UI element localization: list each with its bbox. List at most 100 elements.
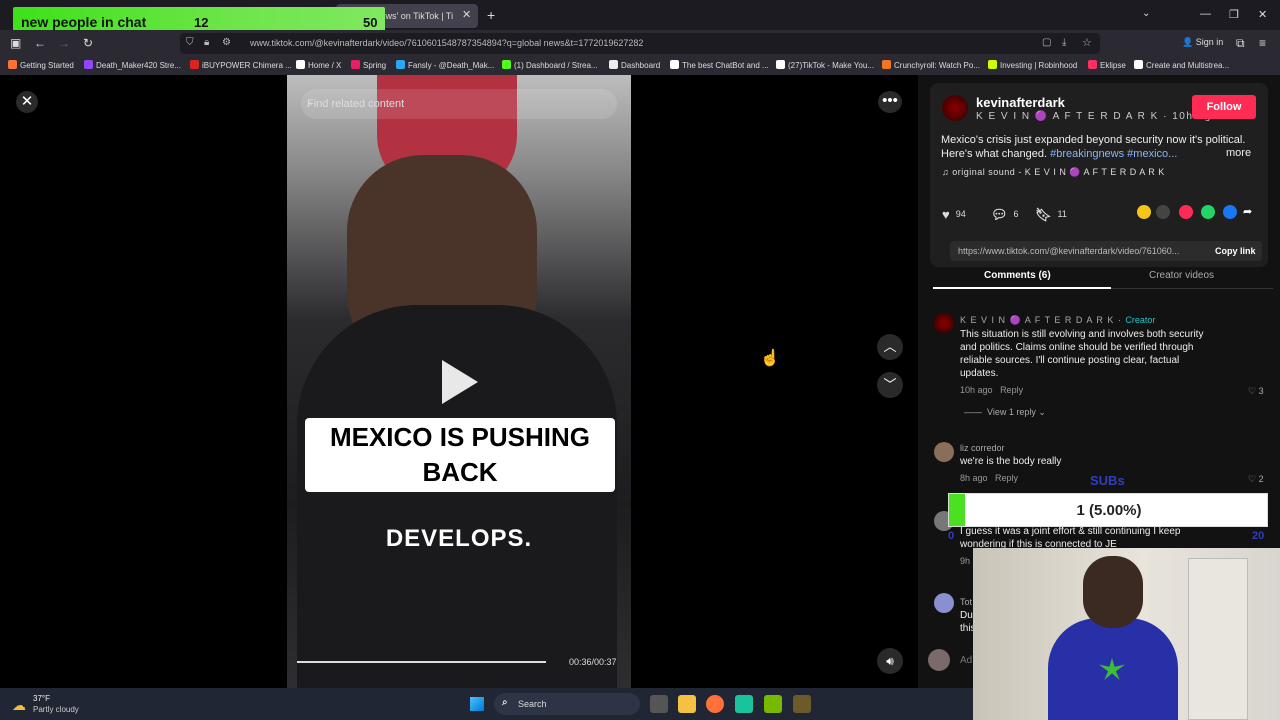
bookmark-item[interactable]: (1) Dashboard / Strea... [502, 60, 598, 70]
comment-author[interactable]: K E V I N 🟣 A F T E R D A R K · Creator [960, 315, 1155, 326]
nvidia-icon[interactable] [764, 695, 782, 713]
url-bar[interactable]: ⛉ 🔒︎ ⚙ www.tiktok.com/@kevinafterdark/vi… [180, 33, 1100, 54]
bookmark-item[interactable]: Dashboard [609, 60, 660, 70]
restore-icon[interactable]: ❐ [1229, 8, 1239, 21]
previous-video-button[interactable]: ︿ [877, 334, 903, 360]
avatar[interactable] [934, 442, 954, 462]
comment-input[interactable]: Ad [960, 655, 972, 666]
sub-goal-max: 20 [1252, 530, 1265, 542]
tab-close-icon[interactable]: ✕ [462, 8, 471, 21]
view-replies-button[interactable]: —— View 1 reply ⌄ [964, 407, 1046, 418]
author-avatar[interactable] [942, 95, 968, 121]
share-link-text[interactable]: https://www.tiktok.com/@kevinafterdark/v… [958, 246, 1204, 256]
app-icon[interactable] [793, 695, 811, 713]
bookmark-item[interactable]: Getting Started [8, 60, 74, 70]
play-icon[interactable] [442, 360, 478, 404]
sign-in-button[interactable]: 👤 Sign in [1182, 37, 1223, 48]
bookmark-item[interactable]: The best ChatBot and ... [670, 60, 769, 70]
bookmark-item[interactable]: Investing | Robinhood [988, 60, 1077, 70]
volume-button[interactable]: 🔊︎ [877, 648, 903, 674]
bookmark-item[interactable]: Create and Multistrea... [1134, 60, 1229, 70]
avatar[interactable] [934, 313, 954, 333]
comment-meta: 8h ago Reply [960, 473, 1018, 483]
save-icon[interactable]: ⤓ [1062, 37, 1066, 48]
window-close-icon[interactable]: ✕ [1258, 8, 1267, 21]
embed-icon[interactable] [1156, 205, 1170, 219]
tab-creator-videos[interactable]: Creator videos [1149, 270, 1214, 281]
bookmark-item[interactable]: iBUYPOWER Chimera ... [190, 60, 292, 70]
bookmark-item[interactable]: Spring [351, 60, 386, 70]
next-video-button[interactable]: ﹀ [877, 372, 903, 398]
video-caption-box: MEXICO IS PUSHING BACK [305, 418, 615, 492]
copy-link-button[interactable]: Copy link [1215, 246, 1256, 256]
menu-icon[interactable]: ≡ [1259, 36, 1266, 50]
share-link-box: https://www.tiktok.com/@kevinafterdark/v… [950, 241, 1262, 261]
bookmark-item[interactable]: Home / X [296, 60, 341, 70]
bookmark-item[interactable]: Fansly - @Death_Mak... [396, 60, 494, 70]
video-progress-bar[interactable] [297, 661, 547, 663]
bookmark-star-icon[interactable]: ☆ [1082, 36, 1092, 49]
bookmark-item[interactable]: Eklipse [1088, 60, 1126, 70]
bookmark-label: (1) Dashboard / Strea... [514, 61, 598, 70]
reply-link[interactable]: Reply [995, 473, 1018, 483]
weather-desc[interactable]: Partly cloudy [33, 705, 79, 714]
bookmark-label: iBUYPOWER Chimera ... [202, 61, 292, 70]
more-options-button[interactable]: ••• [878, 91, 902, 113]
close-video-button[interactable]: ✕ [16, 91, 38, 113]
post-hashtags[interactable]: #breakingnews #mexico... [1050, 148, 1177, 160]
weather-temp[interactable]: 37°F [33, 694, 50, 703]
sound-link[interactable]: ♫ original sound - K E V I N 🟣 A F T E R… [942, 167, 1165, 178]
forward-icon[interactable]: → [58, 36, 70, 50]
video-player[interactable]: Find related content ⌕ MEXICO IS PUSHING… [287, 75, 631, 689]
save-button[interactable]: 🔖︎ 11 [1035, 207, 1067, 223]
whatsapp-icon[interactable] [1201, 205, 1215, 219]
like-button[interactable]: ♥ 94 [942, 207, 966, 222]
bookmark-item[interactable]: Death_Maker420 Stre... [84, 60, 181, 70]
share-arrow-icon[interactable]: ➦ [1243, 205, 1257, 219]
lock-icon[interactable]: 🔒︎ [204, 37, 209, 48]
reply-link[interactable]: Reply [1000, 385, 1023, 395]
coin-share-icon[interactable] [1137, 205, 1151, 219]
follow-button[interactable]: Follow [1192, 95, 1256, 119]
comment-button[interactable]: 💬︎ 6 [991, 207, 1019, 223]
comment-author-name[interactable]: Tot [960, 597, 972, 607]
app-icon[interactable] [735, 695, 753, 713]
bookmark-label: Eklipse [1100, 61, 1126, 70]
minimize-icon[interactable]: — [1200, 8, 1211, 20]
screenshot-icon[interactable]: ▢ [1042, 37, 1051, 48]
sidebar-icon[interactable]: ▣ [10, 36, 21, 50]
bookmark-favicon-icon [296, 60, 305, 69]
weather-icon[interactable]: ☁ [12, 697, 26, 714]
new-tab-icon[interactable]: + [487, 7, 495, 23]
bookmark-favicon-icon [776, 60, 785, 69]
extensions-icon[interactable]: ⧉ [1236, 36, 1245, 51]
search-icon: ⌕ [502, 697, 508, 708]
send-share-icon[interactable] [1179, 205, 1193, 219]
bookmark-item[interactable]: Crunchyroll: Watch Po... [882, 60, 980, 70]
user-avatar [928, 649, 950, 671]
description-more-link[interactable]: more [1226, 147, 1251, 159]
url-text[interactable]: www.tiktok.com/@kevinafterdark/video/761… [250, 38, 643, 48]
bookmark-item[interactable]: (27)TikTok - Make You... [776, 60, 874, 70]
tab-list-chevron-icon[interactable]: ⌄ [1142, 8, 1150, 19]
related-search-input[interactable]: Find related content ⌕ [301, 89, 617, 119]
comment-author-name[interactable]: liz corredor [960, 443, 1005, 453]
comment-text: we're is the body really [960, 456, 1062, 467]
file-explorer-icon[interactable] [678, 695, 696, 713]
bookmark-favicon-icon [670, 60, 679, 69]
comment-like-button[interactable]: ♡ 2 [1248, 474, 1264, 485]
permissions-icon[interactable]: ⚙ [222, 37, 231, 48]
comment-like-button[interactable]: ♡ 3 [1248, 386, 1264, 397]
facebook-icon[interactable] [1223, 205, 1237, 219]
avatar[interactable] [934, 593, 954, 613]
firefox-icon[interactable] [706, 695, 724, 713]
search-icon[interactable]: ⌕ [307, 98, 609, 111]
author-username[interactable]: kevinafterdark [976, 95, 1065, 110]
back-icon[interactable]: ← [34, 36, 46, 50]
taskbar-search[interactable]: ⌕ Search [494, 693, 640, 715]
task-view-icon[interactable] [650, 695, 668, 713]
shield-icon[interactable]: ⛉ [186, 37, 194, 48]
windows-start-icon[interactable] [470, 697, 484, 711]
tab-comments[interactable]: Comments (6) [984, 270, 1051, 281]
reload-icon[interactable]: ↻ [83, 36, 93, 50]
